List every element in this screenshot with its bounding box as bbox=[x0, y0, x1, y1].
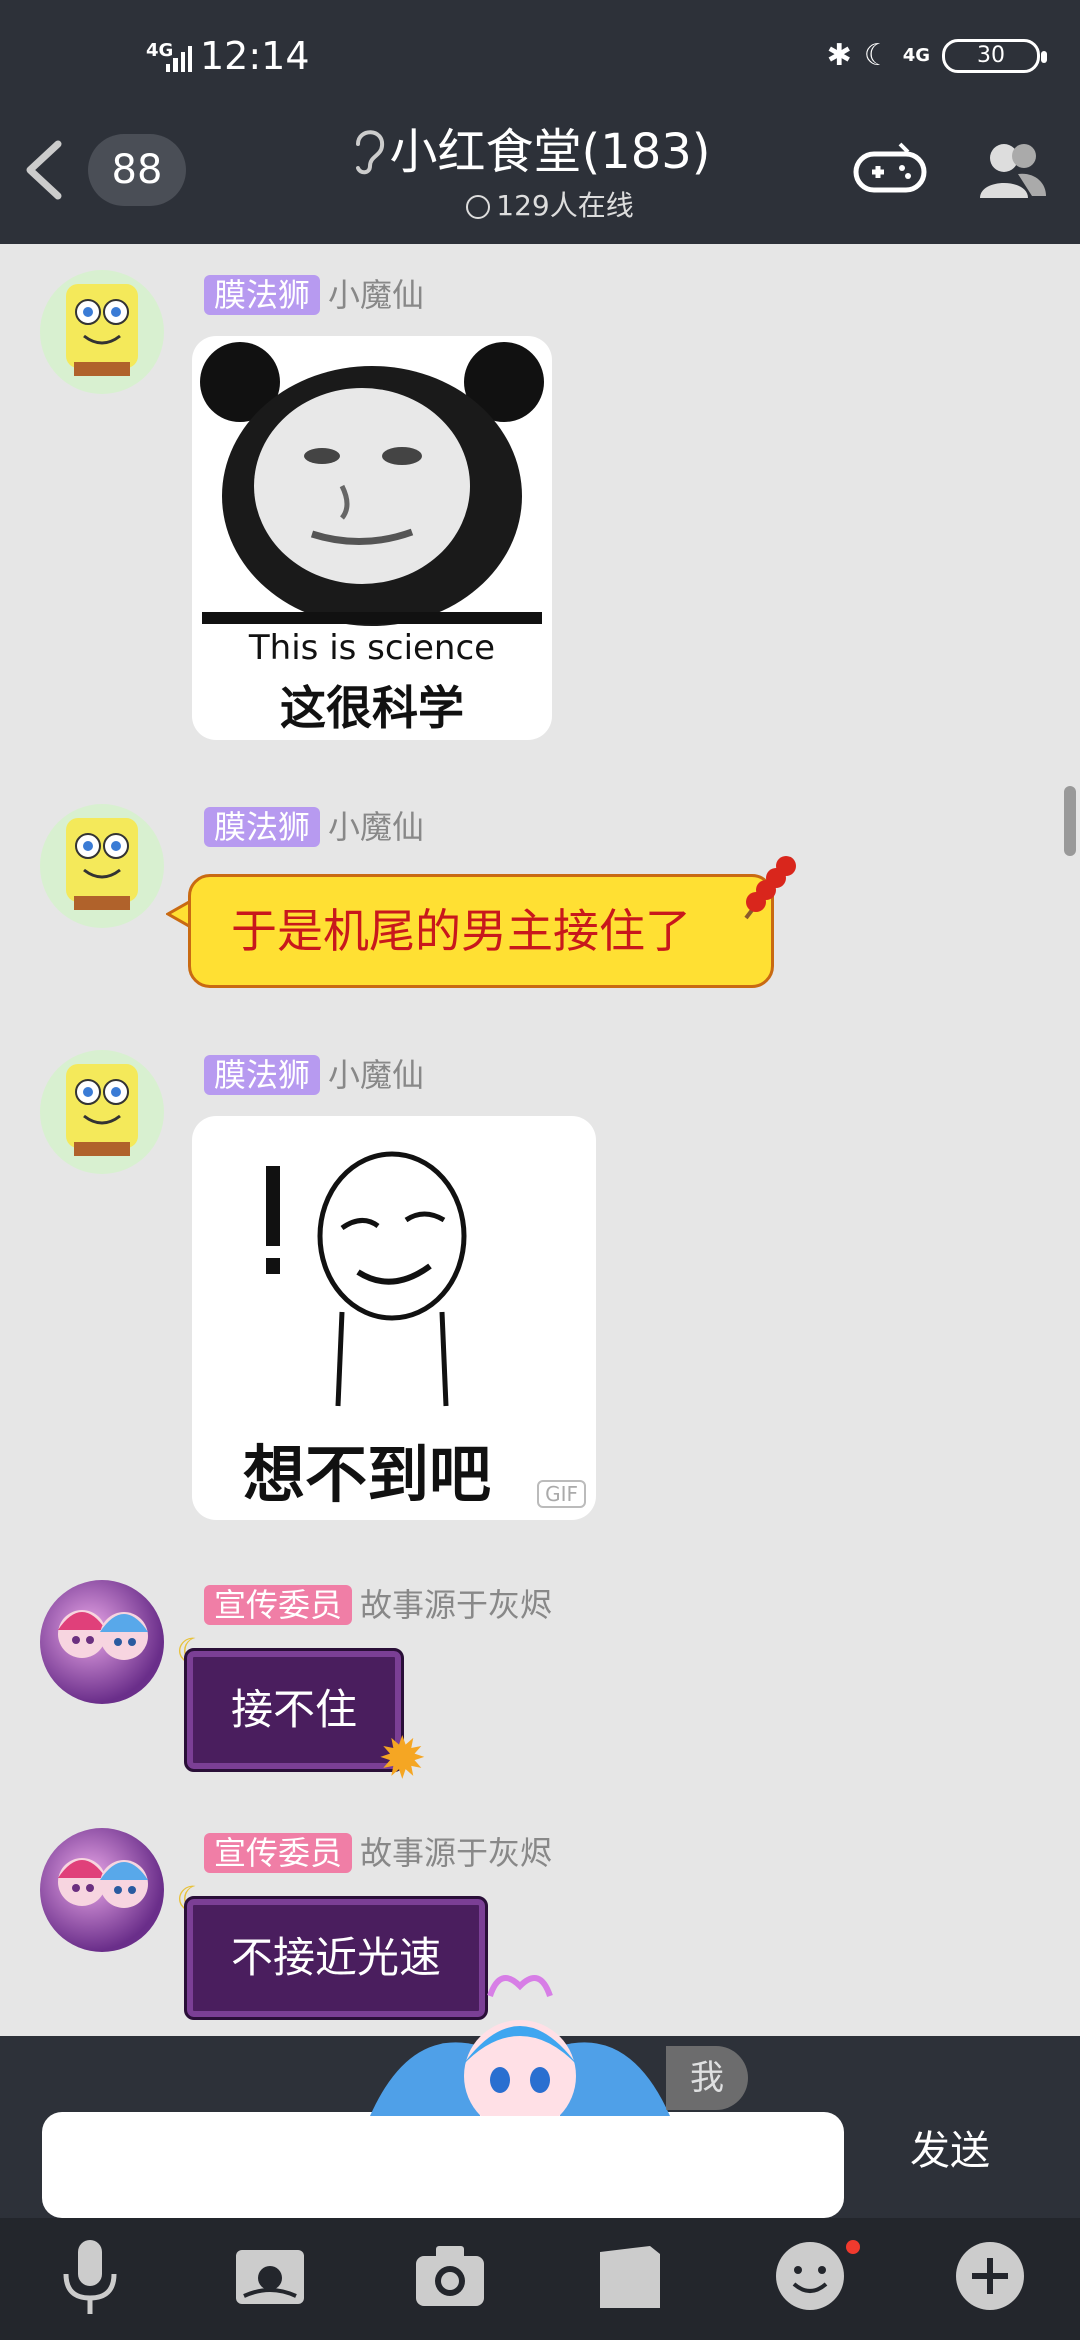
folder-icon[interactable] bbox=[590, 2236, 670, 2316]
online-status[interactable]: 129人在线 bbox=[340, 184, 760, 224]
member-tag: 宣传委员 bbox=[204, 1585, 353, 1625]
back-arrow-icon[interactable] bbox=[18, 138, 70, 202]
unread-badge[interactable]: 88 bbox=[88, 134, 186, 206]
battery-icon: 30 bbox=[942, 38, 1047, 73]
spongebob-avatar-icon bbox=[66, 818, 138, 910]
moon-icon: ☾ bbox=[863, 38, 891, 73]
online-count: 129人在线 bbox=[496, 189, 634, 222]
message-bubble[interactable]: 接不住 bbox=[184, 1648, 405, 1772]
group-members-icon[interactable] bbox=[974, 138, 1048, 202]
avatar[interactable] bbox=[40, 1828, 164, 1952]
emoji-icon[interactable] bbox=[770, 2236, 850, 2316]
scrollbar[interactable] bbox=[1064, 786, 1076, 856]
message-bubble[interactable]: 于是机尾的男主接住了 bbox=[188, 874, 774, 988]
sticker-image[interactable]: 想不到吧 GIF bbox=[192, 1116, 596, 1520]
member-tag: 宣传委员 bbox=[204, 1833, 353, 1873]
sticker-caption-cn: 这很科学 bbox=[280, 681, 464, 735]
spongebob-avatar-icon bbox=[66, 1064, 138, 1156]
member-tag: 膜法狮 bbox=[204, 807, 321, 847]
status-time: 12:14 bbox=[200, 34, 310, 78]
bluetooth-icon: ✱ bbox=[826, 38, 852, 73]
anime-girls-avatar-icon bbox=[58, 1610, 148, 1660]
anime-girls-avatar-icon bbox=[58, 1858, 148, 1908]
send-button[interactable]: 发送 bbox=[880, 2118, 1020, 2176]
spongebob-avatar-icon bbox=[66, 284, 138, 376]
signal-icon bbox=[166, 44, 192, 72]
sender-name[interactable]: 小魔仙 bbox=[328, 1056, 424, 1094]
network-right-label: 4G bbox=[902, 45, 930, 66]
avatar[interactable] bbox=[40, 270, 164, 394]
gif-badge: GIF bbox=[537, 1480, 586, 1508]
member-tag: 膜法狮 bbox=[204, 275, 321, 315]
candied-haws-icon bbox=[744, 856, 796, 920]
microphone-icon[interactable] bbox=[50, 2236, 130, 2316]
gamepad-icon[interactable] bbox=[852, 140, 928, 200]
member-tag: 膜法狮 bbox=[204, 1055, 321, 1095]
chat-title[interactable]: 小红食堂(183) bbox=[340, 112, 760, 182]
sticker-caption-cn: 想不到吧 bbox=[242, 1438, 491, 1511]
status-bar: 4G 12:14 ✱ ☾ 4G 30 bbox=[0, 0, 1080, 98]
me-label: 我 bbox=[666, 2046, 748, 2110]
plus-icon[interactable] bbox=[950, 2236, 1030, 2316]
sticker-caption-en: This is science bbox=[248, 628, 496, 668]
message-input[interactable] bbox=[42, 2112, 844, 2218]
sender-name[interactable]: 小魔仙 bbox=[328, 276, 424, 314]
mascot-character-icon bbox=[370, 1975, 670, 2116]
avatar[interactable] bbox=[40, 1580, 164, 1704]
online-check-icon bbox=[466, 195, 491, 219]
camera-icon[interactable] bbox=[410, 2236, 490, 2316]
bottom-toolbar bbox=[0, 2218, 1080, 2340]
sender-name[interactable]: 故事源于灰烬 bbox=[360, 1586, 552, 1624]
avatar[interactable] bbox=[40, 804, 164, 928]
sun-decoration-icon: ✹ bbox=[378, 1724, 427, 1792]
avatar[interactable] bbox=[40, 1050, 164, 1174]
chat-header: 88 小红食堂(183) 129人在线 bbox=[0, 98, 1080, 244]
sender-name[interactable]: 故事源于灰烬 bbox=[360, 1834, 552, 1872]
sender-name[interactable]: 小魔仙 bbox=[328, 808, 424, 846]
photo-icon[interactable] bbox=[230, 2236, 310, 2316]
notification-dot bbox=[846, 2240, 860, 2254]
sticker-image[interactable]: This is science 这很科学 bbox=[192, 336, 552, 740]
